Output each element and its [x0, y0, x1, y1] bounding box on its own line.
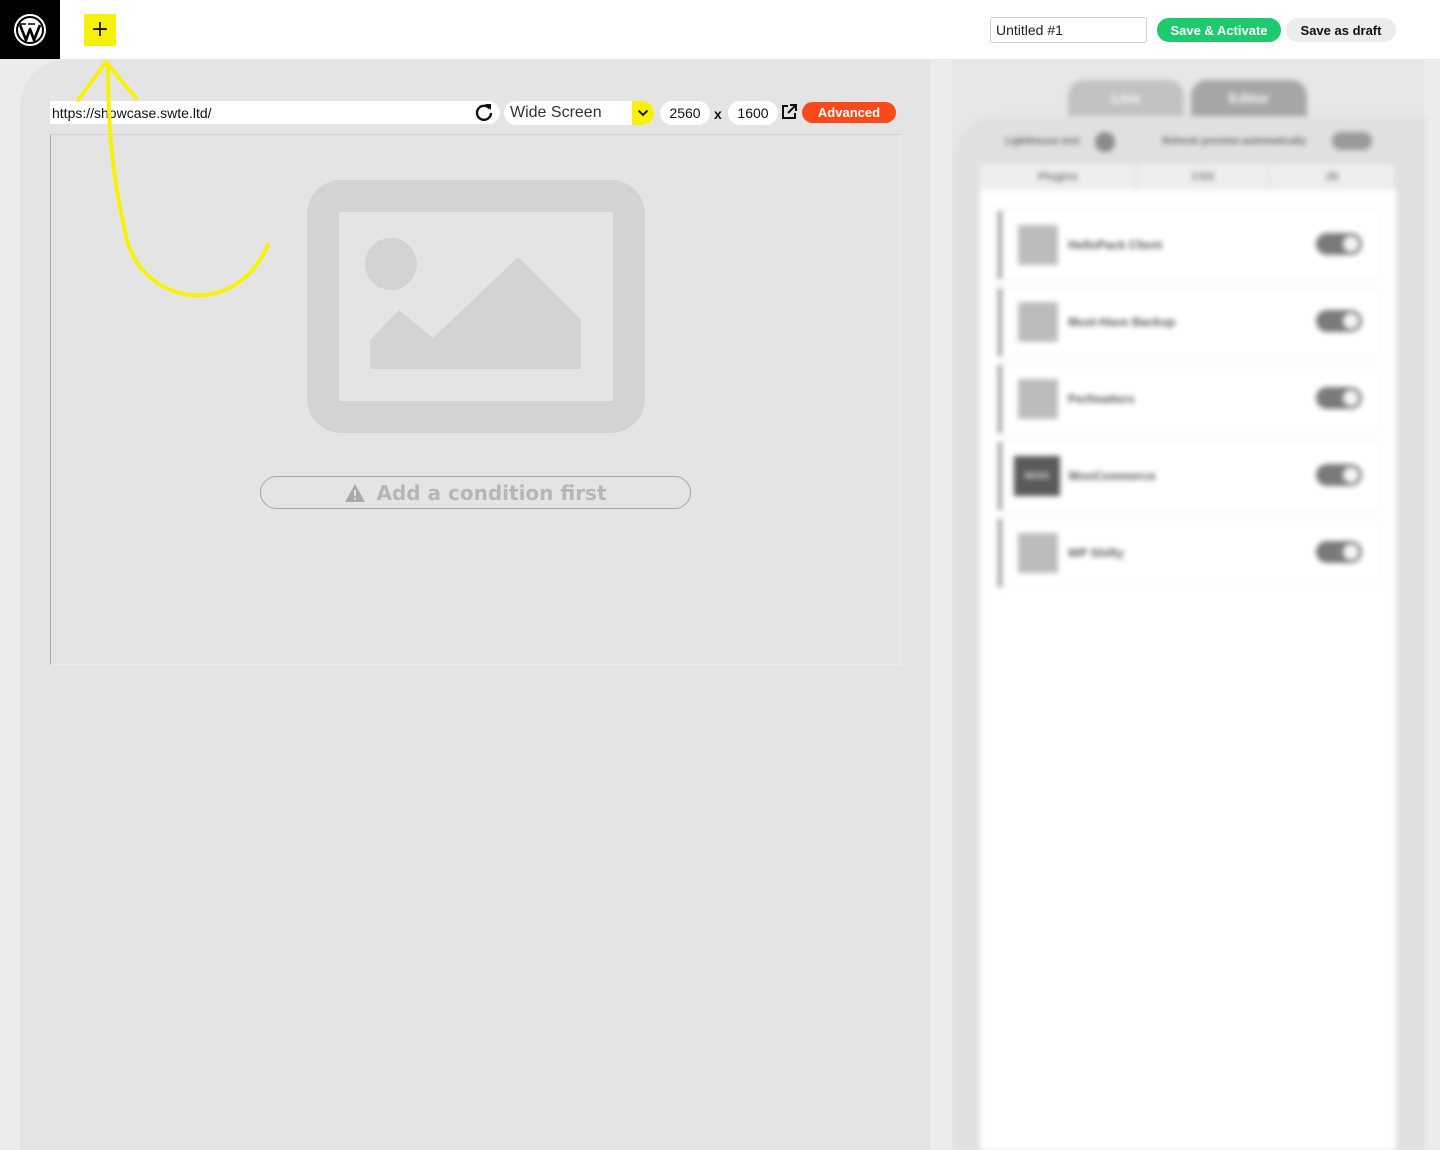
sub-tab-plugins[interactable]: Plugins	[980, 164, 1136, 190]
sub-tab-plugins-label: Plugins	[1038, 171, 1078, 183]
condition-label: Add a condition first	[376, 480, 607, 505]
height-input[interactable]	[728, 101, 778, 125]
plugin-name: WP Shifty	[1068, 546, 1124, 560]
add-condition-button[interactable]: +	[84, 14, 116, 46]
sub-tab-css[interactable]: CSS	[1138, 164, 1268, 190]
title-input[interactable]	[990, 17, 1147, 43]
sub-tab-js[interactable]: JS	[1270, 164, 1394, 190]
plugin-name: HelloPack Client	[1068, 238, 1163, 252]
lighthouse-icon[interactable]	[1095, 132, 1115, 152]
plugin-name: WooCommerce	[1068, 469, 1156, 483]
list-item: WOO WooCommerce	[998, 442, 1380, 510]
tab-live-label: Live	[1111, 90, 1140, 106]
wordpress-logo-icon[interactable]	[0, 0, 60, 59]
url-input[interactable]	[50, 101, 500, 124]
lighthouse-label: Lighthouse test	[1005, 136, 1080, 147]
save-draft-button[interactable]: Save as draft	[1286, 18, 1396, 42]
plugin-toggle[interactable]	[1316, 541, 1362, 563]
sub-tab-css-label: CSS	[1191, 171, 1215, 183]
refresh-toggle[interactable]	[1332, 132, 1372, 150]
device-select[interactable]: Wide Screen	[504, 101, 654, 125]
tab-editor[interactable]: Editor	[1191, 80, 1307, 116]
sub-tab-js-label: JS	[1325, 171, 1339, 183]
plugin-icon	[1018, 533, 1058, 573]
add-condition-first-button[interactable]: Add a condition first	[260, 476, 691, 509]
image-placeholder-icon	[307, 180, 645, 433]
width-input[interactable]	[660, 101, 710, 125]
plugin-name: Perfmatters	[1068, 392, 1135, 406]
tab-editor-label: Editor	[1228, 90, 1270, 106]
advanced-button[interactable]: Advanced	[802, 102, 896, 123]
list-item: WP Shifty	[998, 519, 1380, 587]
list-item: Perfmatters	[998, 365, 1380, 433]
device-select-label: Wide Screen	[510, 104, 602, 121]
reload-icon[interactable]	[474, 102, 494, 122]
plugin-toggle[interactable]	[1316, 464, 1362, 486]
plugin-toggle[interactable]	[1316, 310, 1362, 332]
top-bar: + Save & Activate Save as draft	[0, 0, 1440, 60]
plugin-icon	[1018, 302, 1058, 342]
woocommerce-icon: WOO	[1014, 456, 1060, 496]
tab-live[interactable]: Live	[1068, 80, 1184, 116]
list-item: Must-Have Backup	[998, 288, 1380, 356]
refresh-label: Refresh preview automatically	[1162, 136, 1306, 147]
warning-icon	[345, 483, 366, 502]
plugin-name: Must-Have Backup	[1068, 315, 1176, 329]
list-item: HelloPack Client	[998, 211, 1380, 279]
dimension-separator: x	[714, 106, 722, 122]
plugin-toggle[interactable]	[1316, 387, 1362, 409]
external-link-icon[interactable]	[780, 103, 798, 121]
plugin-icon	[1018, 225, 1058, 265]
plugin-icon	[1018, 379, 1058, 419]
save-activate-button[interactable]: Save & Activate	[1157, 18, 1281, 42]
plugin-toggle[interactable]	[1316, 233, 1362, 255]
